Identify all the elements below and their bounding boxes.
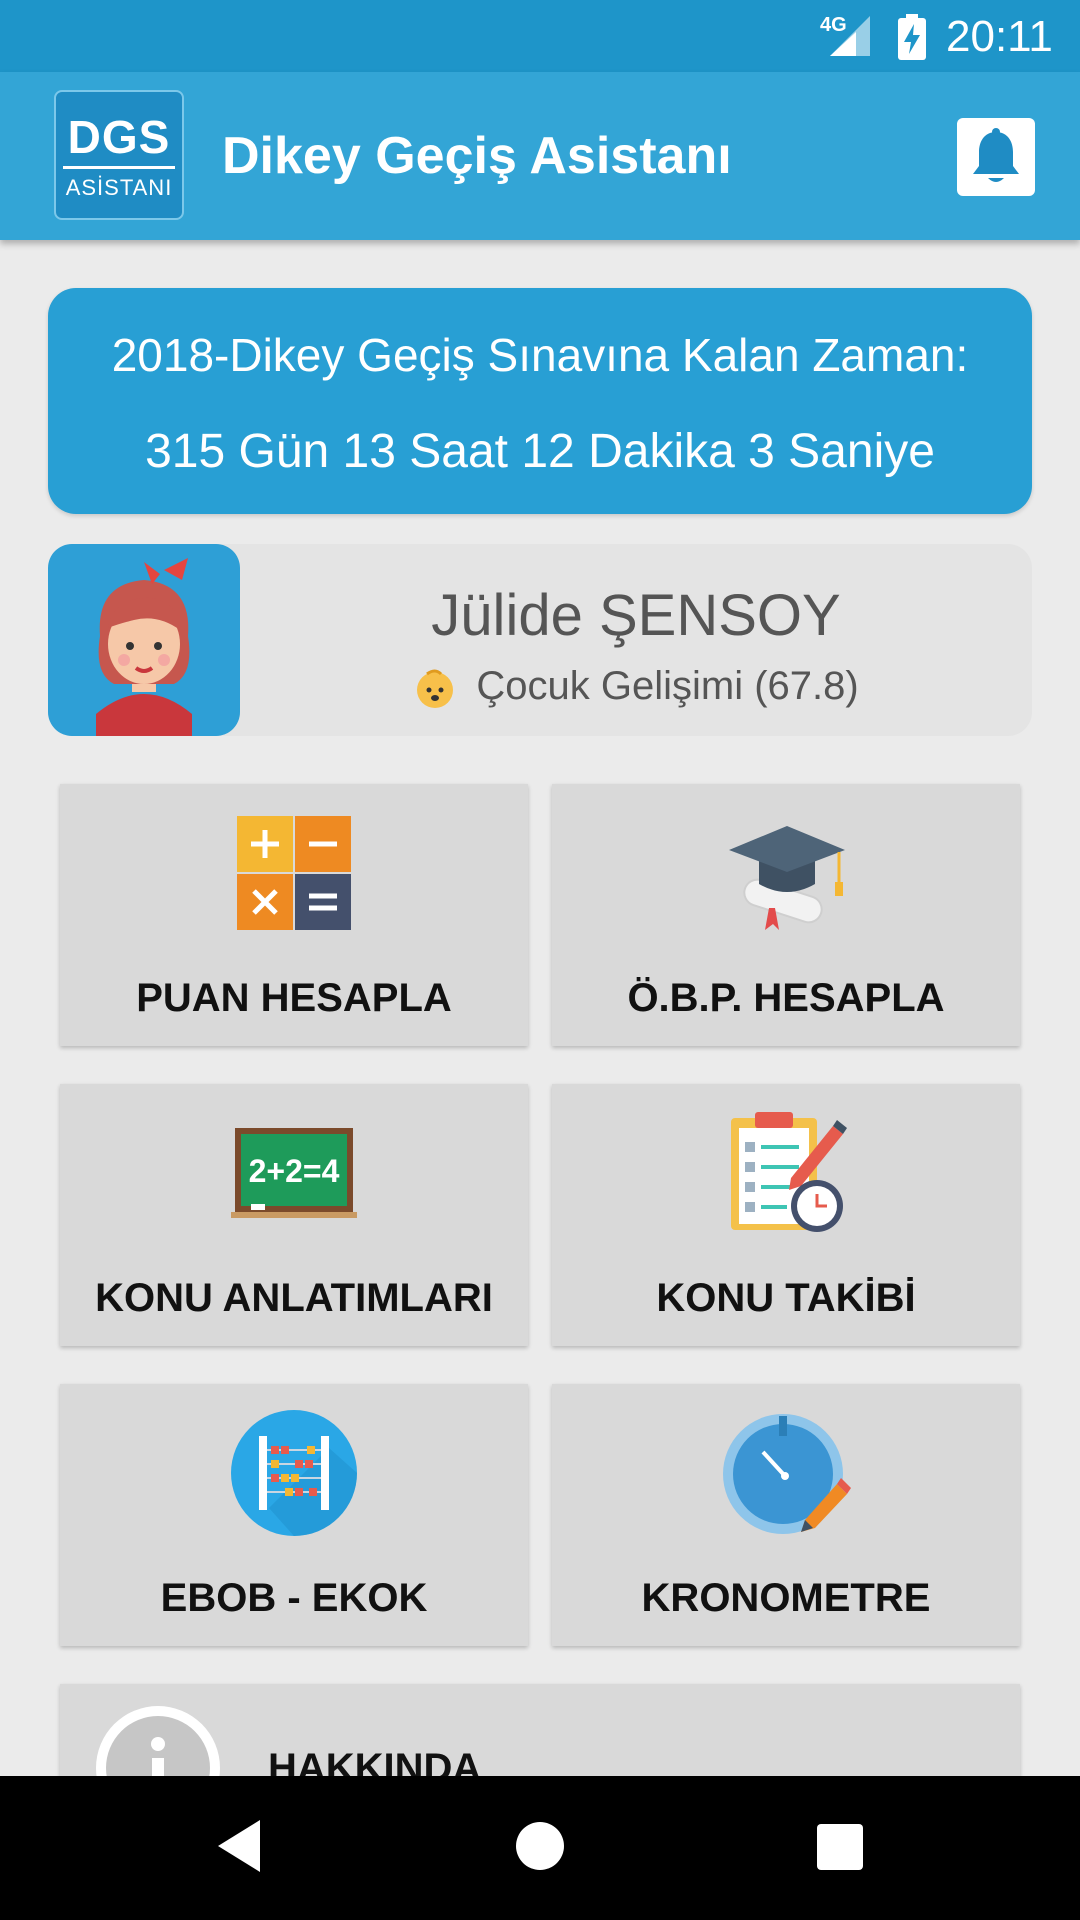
tile-label: Ö.B.P. HESAPLA: [627, 976, 945, 1020]
app-logo: DGS ASİSTANI: [54, 90, 184, 220]
chalkboard-icon: 2+2=4: [231, 1128, 357, 1218]
topic-tracking-tile[interactable]: KONU TAKİBİ: [552, 1084, 1020, 1346]
app-bar: DGS ASİSTANI Dikey Geçiş Asistanı: [0, 72, 1080, 240]
battery-charging-icon: [898, 14, 926, 60]
tile-label: PUAN HESAPLA: [136, 976, 452, 1020]
status-bar: 4G 20:11: [0, 0, 1080, 72]
svg-text:2+2=4: 2+2=4: [249, 1153, 340, 1189]
profile-card[interactable]: Jülide ŞENSOY Çocuk Gelişimi (67.8): [48, 544, 1032, 736]
logo-divider: [63, 166, 175, 169]
calculator-icon: [237, 816, 351, 930]
system-nav-bar: [0, 1776, 1080, 1920]
bell-icon: [973, 128, 1019, 182]
score-calculate-tile[interactable]: PUAN HESAPLA: [60, 784, 528, 1046]
back-icon[interactable]: [214, 1818, 264, 1874]
stopwatch-tile[interactable]: KRONOMETRE: [552, 1384, 1020, 1646]
tile-label: KRONOMETRE: [641, 1576, 931, 1620]
graduation-cap-icon: [729, 826, 845, 930]
clock: 20:11: [946, 12, 1053, 61]
profile-department-row: Çocuk Gelişimi (67.8): [240, 664, 1032, 710]
logo-text-bottom: ASİSTANI: [65, 175, 173, 200]
obp-calculate-tile[interactable]: Ö.B.P. HESAPLA: [552, 784, 1020, 1046]
countdown-remaining: 315 Gün 13 Saat 12 Dakika 3 Saniye: [145, 425, 935, 478]
abacus-icon: [231, 1410, 357, 1536]
stopwatch-icon: [723, 1414, 851, 1534]
signal-icon: [830, 16, 870, 56]
home-icon[interactable]: [515, 1818, 565, 1874]
app-title: Dikey Geçiş Asistanı: [222, 127, 732, 185]
checklist-clock-icon: [731, 1112, 847, 1232]
notifications-button[interactable]: [957, 118, 1035, 196]
tile-label: KONU ANLATIMLARI: [95, 1276, 493, 1320]
baby-icon: [417, 669, 454, 709]
countdown-title: 2018-Dikey Geçiş Sınavına Kalan Zaman:: [111, 329, 969, 381]
lectures-tile[interactable]: 2+2=4 KONU ANLATIMLARI: [60, 1084, 528, 1346]
tile-label: EBOB - EKOK: [160, 1576, 428, 1620]
gcd-lcm-tile[interactable]: EBOB - EKOK: [60, 1384, 528, 1646]
recents-icon[interactable]: [817, 1818, 863, 1874]
woman-avatar-icon: [96, 558, 192, 736]
avatar: [48, 544, 240, 736]
logo-text-top: DGS: [67, 111, 171, 163]
exam-countdown-banner: 2018-Dikey Geçiş Sınavına Kalan Zaman: 3…: [48, 288, 1032, 514]
profile-department: Çocuk Gelişimi (67.8): [476, 664, 859, 708]
profile-name: Jülide ŞENSOY: [431, 583, 841, 648]
tile-label: KONU TAKİBİ: [656, 1276, 916, 1320]
